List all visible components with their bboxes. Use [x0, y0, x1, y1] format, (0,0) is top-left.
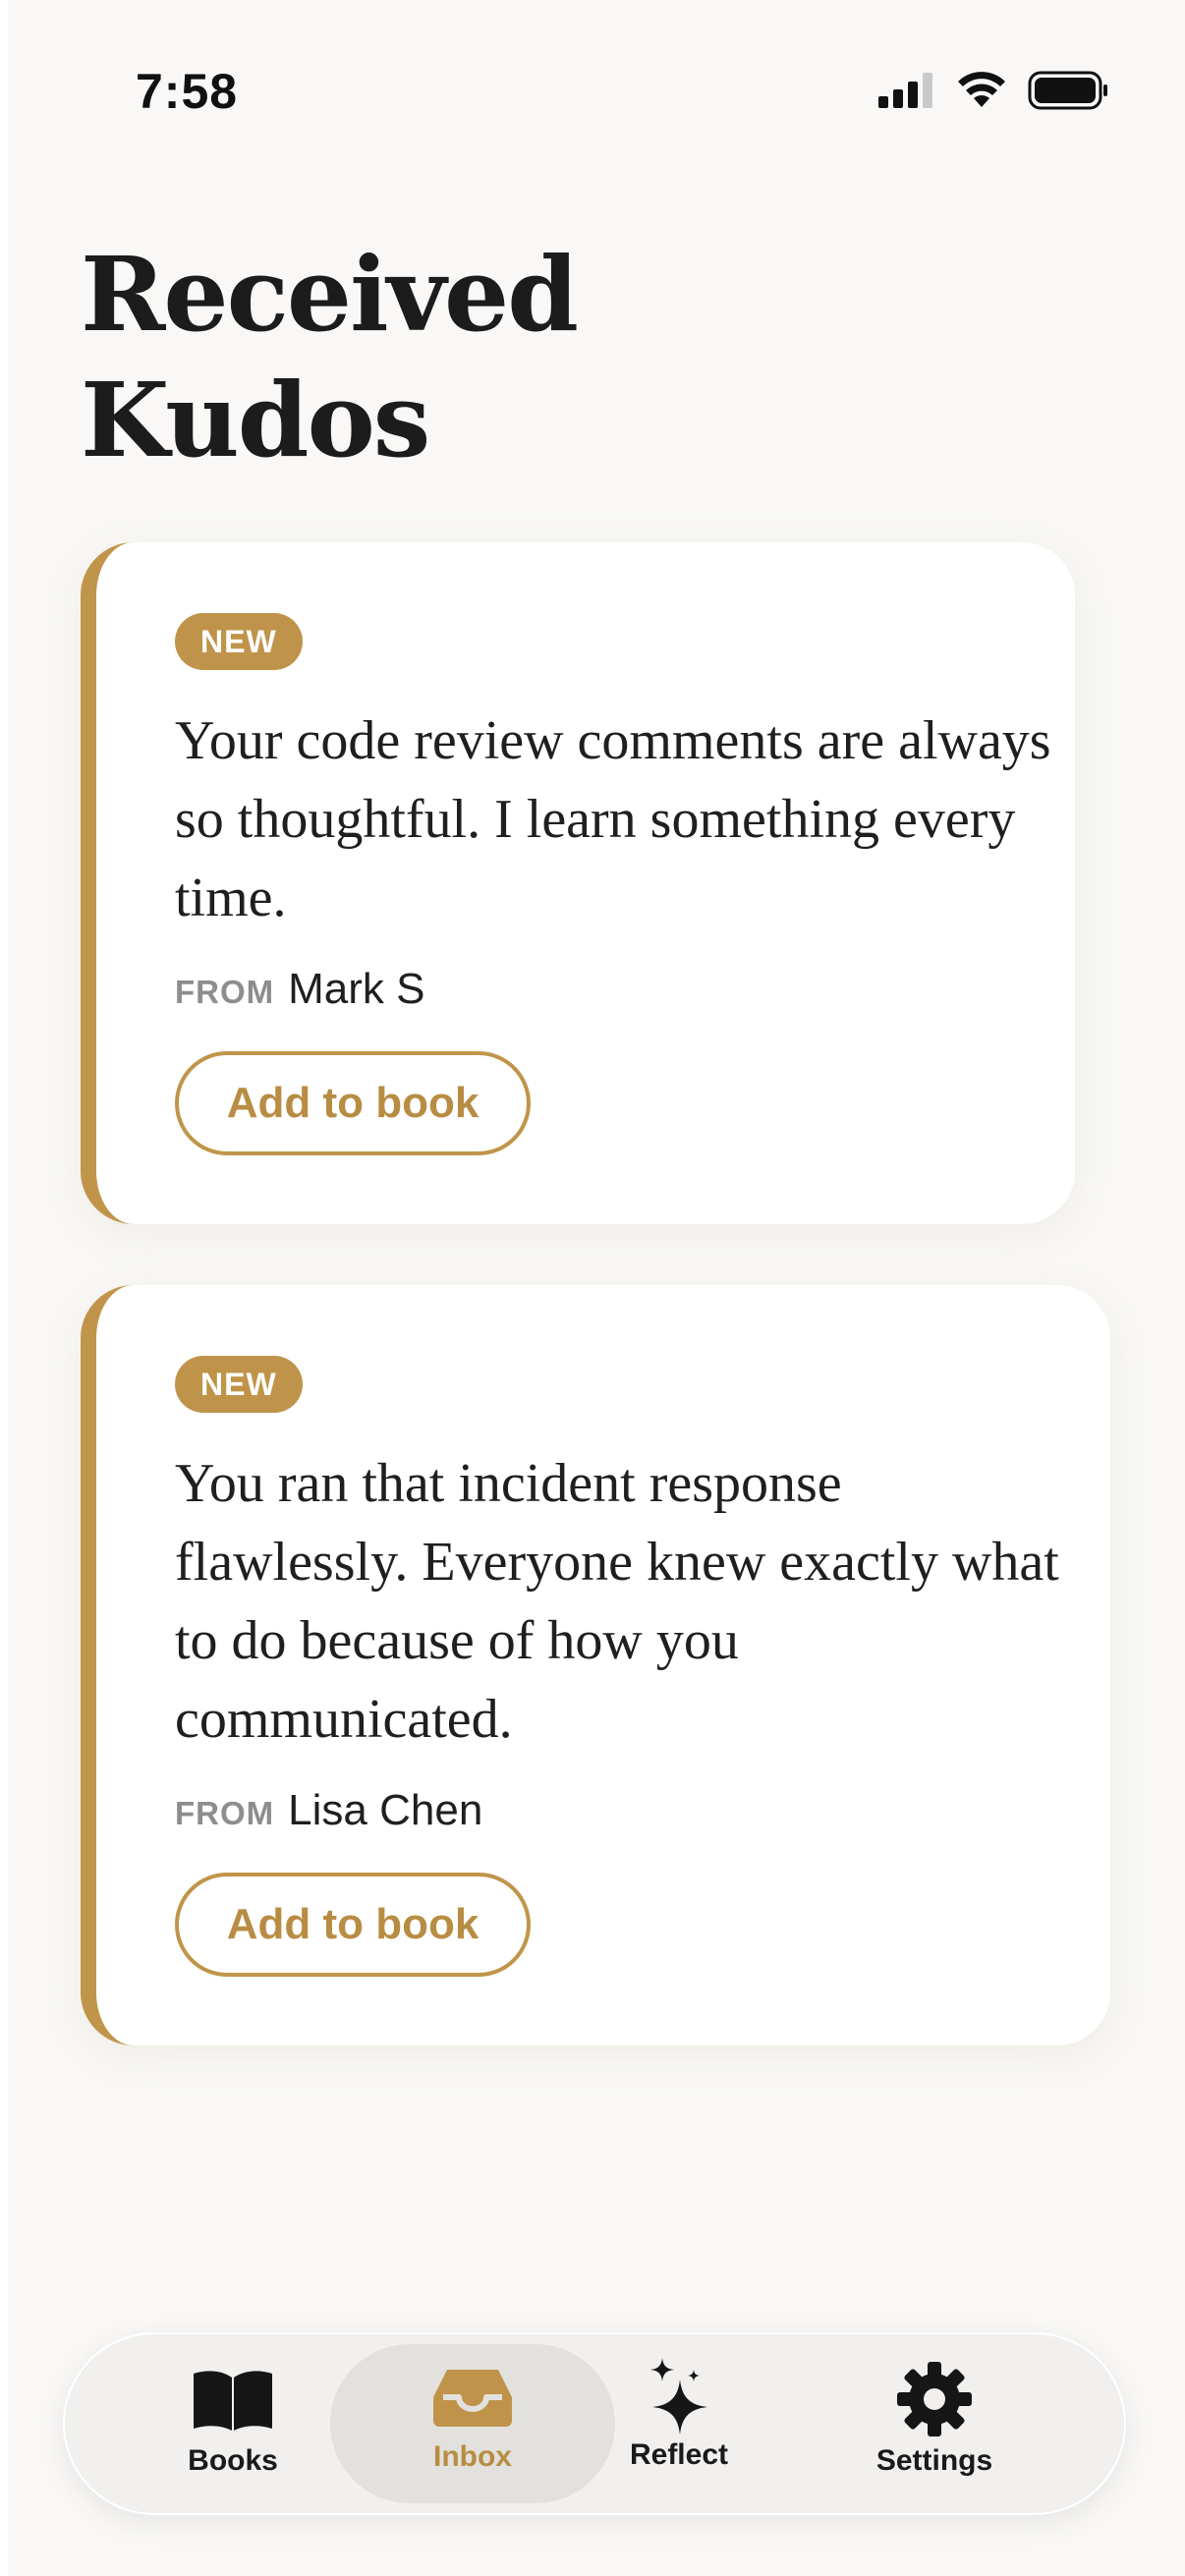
tab-inbox[interactable]: Inbox	[330, 2344, 615, 2503]
from-name: Lisa Chen	[288, 1786, 483, 1834]
add-to-book-button[interactable]: Add to book	[175, 1051, 531, 1155]
tab-label: Inbox	[433, 2440, 512, 2473]
kudos-message: Your code review comments are always so …	[175, 710, 1051, 928]
kudos-message: You ran that incident response flawlessl…	[175, 1453, 1059, 1750]
inbox-icon	[433, 2370, 512, 2427]
from-label: FROM	[175, 974, 275, 1010]
tab-settings[interactable]: Settings	[841, 2344, 1028, 2503]
tab-label: Reflect	[629, 2438, 729, 2471]
from-row: FROM Mark S	[175, 965, 425, 1014]
tab-reflect[interactable]: Reflect	[595, 2344, 762, 2503]
status-icons	[878, 71, 1108, 110]
tab-books[interactable]: Books	[149, 2344, 316, 2503]
tab-label: Settings	[875, 2444, 993, 2477]
kudos-card: NEW Your code review comments are always…	[81, 542, 1075, 1224]
new-badge: NEW	[175, 1356, 303, 1413]
status-time: 7:58	[136, 64, 239, 119]
add-to-book-button[interactable]: Add to book	[175, 1873, 531, 1977]
from-name: Mark S	[288, 965, 425, 1013]
new-badge: NEW	[175, 613, 303, 670]
tab-bar: Books Inbox Reflect Settings	[63, 2332, 1126, 2515]
wifi-icon	[958, 72, 1005, 107]
gear-icon	[897, 2362, 972, 2436]
cellular-signal-icon	[878, 73, 932, 108]
from-label: FROM	[175, 1795, 275, 1831]
sparkles-icon	[650, 2358, 707, 2435]
app-screen: 7:58 Received Kudos NEW Your code review…	[8, 0, 1185, 2576]
page-title: Received Kudos	[81, 234, 579, 480]
from-row: FROM Lisa Chen	[175, 1786, 482, 1835]
book-icon	[194, 2371, 272, 2431]
tab-label: Books	[188, 2444, 278, 2477]
battery-icon	[1028, 71, 1107, 110]
kudos-card: NEW You ran that incident response flawl…	[81, 1285, 1110, 2045]
